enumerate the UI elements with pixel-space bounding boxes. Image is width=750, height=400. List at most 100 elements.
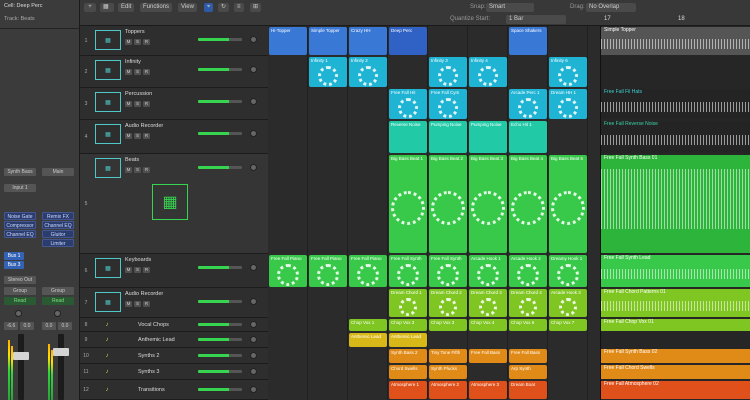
snap-select[interactable]: Smart	[486, 3, 534, 12]
loop-cell[interactable]: Tiny Tone Fifth	[429, 349, 467, 363]
pan-knob[interactable]	[250, 352, 257, 359]
solo-button[interactable]: S	[134, 39, 141, 45]
loop-cell[interactable]: Chord Swells	[389, 365, 427, 379]
plugin-slot[interactable]: Gluitor	[42, 230, 74, 238]
loop-cell[interactable]: Arcade Perc 1	[509, 89, 547, 119]
solo-button[interactable]: S	[134, 267, 141, 273]
group-button[interactable]: Group	[4, 287, 36, 295]
plugin-slot[interactable]: Channel EQ	[4, 230, 36, 238]
loop-cell[interactable]: Free Fall Synth	[389, 255, 427, 287]
loop-cell[interactable]: Free Fall Piano	[309, 255, 347, 287]
output-button[interactable]: Stereo Out	[4, 276, 36, 284]
automation-read-button[interactable]: Read	[42, 297, 74, 305]
volume-slider[interactable]	[198, 354, 242, 357]
loop-cell[interactable]: Dream Boat	[509, 381, 547, 399]
solo-button[interactable]: S	[134, 101, 141, 107]
setting-button[interactable]: Main	[42, 168, 74, 176]
track-region[interactable]: Free Fall Chord Patterns 01	[601, 289, 750, 317]
track-region[interactable]: Free Fall Atmosphere 02	[601, 381, 750, 399]
loop-cell[interactable]: Big Bass Beat 4	[509, 155, 547, 253]
pan-knob[interactable]	[250, 66, 257, 73]
loop-cell[interactable]: Free Fall Synth	[429, 255, 467, 287]
solo-button[interactable]: S	[134, 69, 141, 75]
loop-cell[interactable]: Free Fall Piano	[349, 255, 387, 287]
loop-cell[interactable]: Pumping Noise	[469, 121, 507, 153]
volume-slider[interactable]	[198, 132, 242, 135]
loop-cell[interactable]: Hi-Topper	[269, 27, 307, 55]
track-header[interactable]: 9 ♪ Anthemic Lead	[80, 332, 268, 348]
loop-cell[interactable]: Infinity 6	[549, 57, 587, 87]
loop-cell[interactable]: Synth Bass 2	[389, 349, 427, 363]
loop-cell[interactable]: Dream Chord 4	[509, 289, 547, 317]
record-button[interactable]: R	[143, 69, 150, 75]
loop-cell[interactable]: Chop Vox 7	[549, 319, 587, 331]
track-header[interactable]: 4 ▦ Audio Recorder M S R	[80, 120, 268, 154]
plugin-slot[interactable]: Compressor	[4, 221, 36, 229]
mute-button[interactable]: M	[125, 133, 132, 139]
loop-cell[interactable]: Chop Vox 6	[509, 319, 547, 331]
track-name[interactable]: Anthemic Lead	[138, 337, 175, 343]
loop-cell[interactable]: Dreamy Hook 1	[549, 255, 587, 287]
add-track-button[interactable]: +	[84, 3, 96, 12]
loop-cell[interactable]: Crazy HH	[349, 27, 387, 55]
track-name[interactable]: Beats	[125, 157, 139, 163]
fader-cap[interactable]	[53, 348, 69, 356]
fader-cap[interactable]	[13, 352, 29, 360]
pan-knob[interactable]	[250, 130, 257, 137]
track-region[interactable]: Free Fall Chop Vox 01	[601, 319, 750, 331]
mute-button[interactable]: M	[125, 167, 132, 173]
volume-slider[interactable]	[198, 300, 242, 303]
loop-cell[interactable]: Infinity 4	[469, 57, 507, 87]
mute-button[interactable]: M	[125, 301, 132, 307]
track-header[interactable]: 1 ▦ Toppers M S R	[80, 26, 268, 56]
loop-cell[interactable]: Infinity 2	[349, 57, 387, 87]
track-name[interactable]: Transitions	[138, 387, 165, 393]
pan-knob[interactable]	[250, 298, 257, 305]
loop-cell[interactable]: Infinity 1	[309, 57, 347, 87]
record-button[interactable]: R	[143, 167, 150, 173]
track-header[interactable]: 12 ♪ Transitions	[80, 380, 268, 400]
drag-select[interactable]: No Overlap	[586, 3, 636, 12]
volume-slider[interactable]	[198, 370, 242, 373]
volume-slider[interactable]	[198, 323, 242, 326]
plugin-slot[interactable]: Remix FX	[42, 212, 74, 220]
track-header[interactable]: 3 ▦ Percussion M S R	[80, 88, 268, 120]
group-button[interactable]: Group	[42, 287, 74, 295]
functions-menu[interactable]: Functions	[140, 3, 173, 12]
plugin-slot[interactable]: Noise Gate	[4, 212, 36, 220]
loop-cell[interactable]: Free Fall Bass	[509, 349, 547, 363]
track-region[interactable]: Free Fall Chord Swells	[601, 365, 750, 379]
loop-cell[interactable]: Infinity 3	[429, 57, 467, 87]
loop-cell[interactable]: Space Shakers	[509, 27, 547, 55]
volume-slider[interactable]	[198, 38, 242, 41]
loop-cell[interactable]: Arcade Hook 3	[549, 289, 587, 317]
track-region[interactable]: Free Fall Fil Hats	[601, 89, 750, 119]
loop-icon[interactable]: ↻	[218, 3, 230, 12]
track-name[interactable]: Synths 2	[138, 353, 159, 359]
track-region[interactable]: Free Fall Synth Bass 02	[601, 349, 750, 363]
flex-icon[interactable]: ≡	[234, 3, 244, 12]
solo-button[interactable]: S	[134, 301, 141, 307]
loop-cell[interactable]: Big Bass Beat 1	[389, 155, 427, 253]
pan-knob[interactable]	[54, 310, 61, 317]
loop-cell[interactable]: Chop Vox 1	[349, 319, 387, 331]
volume-fader[interactable]	[58, 334, 64, 400]
volume-slider[interactable]	[198, 68, 242, 71]
track-header[interactable]: 7 ▦ Audio Recorder M S R	[80, 288, 268, 318]
track-name[interactable]: Audio Recorder	[125, 291, 163, 297]
mute-button[interactable]: M	[125, 69, 132, 75]
track-name[interactable]: Toppers	[125, 29, 145, 35]
volume-fader[interactable]	[18, 334, 24, 400]
record-button[interactable]: R	[143, 133, 150, 139]
record-button[interactable]: R	[143, 301, 150, 307]
track-name[interactable]: Keyboards	[125, 257, 151, 263]
automation-read-button[interactable]: Read	[4, 297, 36, 305]
pan-knob[interactable]	[250, 336, 257, 343]
loop-cell[interactable]: Atmosphere 2	[429, 381, 467, 399]
track-header[interactable]: 10 ♪ Synths 2	[80, 348, 268, 364]
pan-knob[interactable]	[250, 164, 257, 171]
loop-cell[interactable]: Synth Plucks	[429, 365, 467, 379]
pan-knob[interactable]	[15, 310, 22, 317]
mute-button[interactable]: M	[125, 101, 132, 107]
loop-cell[interactable]: Echo Hit 1	[509, 121, 547, 153]
